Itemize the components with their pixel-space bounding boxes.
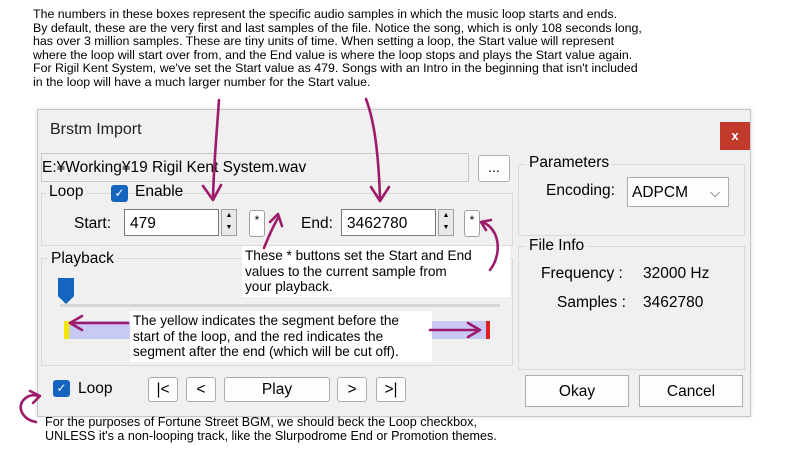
- prev-button[interactable]: <: [186, 377, 216, 402]
- encoding-value: ADPCM: [632, 184, 688, 201]
- check-icon: ✓: [114, 186, 125, 200]
- samples-value: 3462780: [643, 294, 704, 311]
- segment-colors-note: The yellow indicates the segment before …: [130, 311, 432, 362]
- loop-checkbox[interactable]: ✓: [53, 380, 70, 397]
- loop-group-label: Loop: [46, 183, 87, 201]
- start-input[interactable]: 479: [124, 209, 219, 236]
- last-button[interactable]: >|: [376, 377, 406, 402]
- parameters-group-label: Parameters: [526, 154, 613, 172]
- encoding-label: Encoding:: [546, 182, 615, 199]
- footer-arrow: [19, 393, 40, 424]
- star-buttons-note: These * buttons set the Start and End va…: [242, 246, 510, 297]
- end-spinner-icon[interactable]: ▲ ▼: [438, 209, 454, 236]
- first-button[interactable]: |<: [148, 377, 178, 402]
- post-loop-segment: [486, 321, 490, 339]
- frequency-value: 32000 Hz: [643, 265, 710, 282]
- start-label: Start:: [74, 215, 112, 232]
- file-path-field[interactable]: E:¥Working¥19 Rigil Kent System.wav: [41, 153, 469, 182]
- frequency-label: Frequency :: [541, 265, 623, 282]
- cancel-button[interactable]: Cancel: [639, 375, 743, 407]
- okay-button[interactable]: Okay: [525, 375, 629, 407]
- intro-paragraph: The numbers in these boxes represent the…: [33, 7, 642, 89]
- close-button[interactable]: x: [720, 122, 750, 150]
- end-label: End:: [301, 215, 333, 232]
- loop-label: Loop: [78, 380, 113, 397]
- browse-button[interactable]: ...: [478, 155, 510, 182]
- next-button[interactable]: >: [337, 377, 367, 402]
- end-input[interactable]: 3462780: [341, 209, 436, 236]
- samples-label: Samples :: [557, 294, 626, 311]
- check-icon: ✓: [56, 381, 67, 395]
- enable-checkbox[interactable]: ✓: [111, 185, 128, 202]
- footer-note: For the purposes of Fortune Street BGM, …: [45, 415, 497, 443]
- start-set-button[interactable]: *: [249, 210, 265, 237]
- play-button[interactable]: Play: [224, 377, 330, 402]
- playback-group-label: Playback: [48, 250, 117, 268]
- file-info-group-label: File Info: [526, 237, 588, 255]
- chevron-down-icon: ⌵: [710, 185, 720, 200]
- encoding-select[interactable]: ADPCM ⌵: [627, 177, 729, 207]
- start-spinner-icon[interactable]: ▲ ▼: [221, 209, 237, 236]
- enable-label: Enable: [135, 183, 184, 200]
- window-title: Brstm Import: [50, 121, 142, 138]
- playback-track: [60, 304, 500, 307]
- pre-loop-segment: [64, 321, 69, 339]
- end-set-button[interactable]: *: [464, 210, 480, 237]
